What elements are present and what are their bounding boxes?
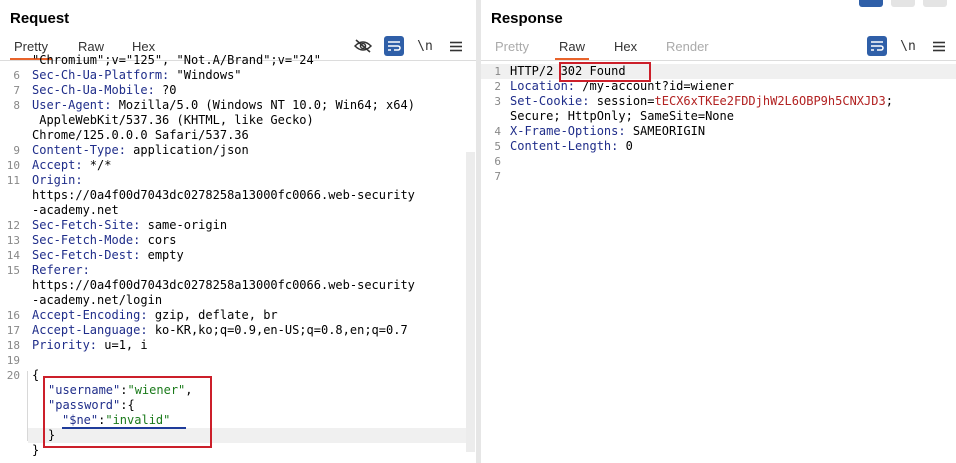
tab-render[interactable]: Render	[666, 38, 709, 59]
code-line: 7 Sec-Ch-Ua-Mobile: ?0	[13, 83, 177, 97]
tab-hex[interactable]: Hex	[614, 38, 637, 59]
code-line: 11 Origin:	[6, 173, 83, 187]
code-line: 6	[494, 155, 501, 168]
tab-raw[interactable]: Raw	[554, 38, 590, 60]
code-line: 3 Set-Cookie: session=tECX6xTKEe2FDDjhW2L…	[494, 94, 893, 108]
highlight-box-status	[559, 62, 651, 82]
code-line: 18 Priority: u=1, i	[6, 338, 148, 352]
layout-single-icon[interactable]	[923, 0, 947, 7]
code-line: 1 HTTP/2 302 Found	[481, 64, 956, 79]
code-line: 4 X-Frame-Options: SAMEORIGIN	[494, 124, 706, 138]
code-line: 17 Accept-Language: ko-KR,ko;q=0.9,en-US;…	[6, 323, 408, 337]
code-line: 14 Sec-Fetch-Dest: empty	[6, 248, 184, 262]
request-pane: Request Pretty Raw Hex \n "Chromium";v="…	[0, 0, 476, 463]
code-line: 6 Sec-Ch-Ua-Platform: "Windows"	[13, 68, 242, 82]
layout-split-icon[interactable]	[859, 0, 883, 7]
code-line: Secure; HttpOnly; SameSite=None	[510, 109, 734, 123]
newline-toggle-button[interactable]: \n	[898, 36, 918, 56]
code-line: 7	[494, 170, 501, 183]
code-line: -academy.net	[32, 203, 119, 217]
highlight-box-json	[43, 376, 212, 448]
scrollbar[interactable]	[466, 152, 475, 452]
layout-horizontal-icon[interactable]	[891, 0, 915, 7]
hamburger-menu-icon[interactable]	[929, 36, 949, 56]
code-line: 5 Content-Length: 0	[494, 139, 633, 153]
code-line: AppleWebKit/537.36 (KHTML, like Gecko)	[32, 113, 314, 127]
code-line: -academy.net/login	[32, 293, 163, 307]
response-title: Response	[491, 10, 563, 27]
code-line: https://0a4f00d7043dc0278258a13000fc0066…	[32, 188, 415, 202]
response-pane: Response Pretty Raw Hex Render \n 1 HTTP/…	[481, 0, 956, 463]
code-line: 13 Sec-Fetch-Mode: cors	[6, 233, 177, 247]
code-line: 8 User-Agent: Mozilla/5.0 (Windows NT 10.…	[13, 98, 415, 112]
wrap-lines-icon[interactable]	[867, 36, 887, 56]
code-line: 10 Accept: */*	[6, 158, 112, 172]
code-line: 15 Referer:	[6, 263, 90, 277]
code-line: 16 Accept-Encoding: gzip, deflate, br	[6, 308, 278, 322]
indent-guide	[27, 371, 28, 441]
code-line: 9 Content-Type: application/json	[13, 143, 249, 157]
code-line: "Chromium";v="125", "Not.A/Brand";v="24"	[32, 53, 321, 67]
request-editor[interactable]: "Chromium";v="125", "Not.A/Brand";v="24"…	[0, 53, 476, 463]
code-line: Chrome/125.0.0.0 Safari/537.36	[32, 128, 249, 142]
code-line: 2 Location: /my-account?id=wiener	[494, 79, 734, 93]
tab-pretty[interactable]: Pretty	[495, 38, 529, 59]
code-line: 12 Sec-Fetch-Site: same-origin	[6, 218, 228, 232]
request-title: Request	[10, 10, 70, 27]
code-line: https://0a4f00d7043dc0278258a13000fc0066…	[32, 278, 415, 292]
code-line: 19	[6, 354, 20, 367]
response-editor[interactable]: 1 HTTP/2 302 Found 2 Location: /my-account…	[481, 61, 956, 463]
layout-toggle[interactable]	[855, 0, 955, 8]
